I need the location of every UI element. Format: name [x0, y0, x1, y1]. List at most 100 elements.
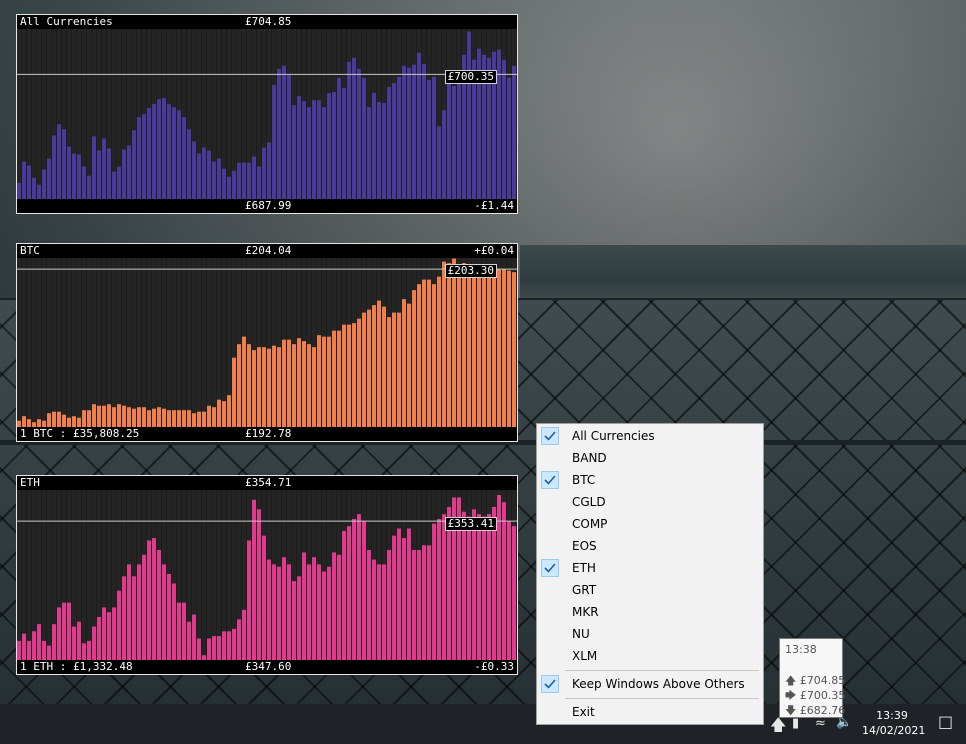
- price-bar: [112, 407, 116, 427]
- chart-window-eth[interactable]: ETH £354.71 £353.41 1 ETH : £1,332.48 £3…: [16, 475, 518, 675]
- menu-item-btc[interactable]: BTC: [538, 469, 762, 491]
- bar-column-bg: [227, 29, 231, 199]
- menu-item-eos[interactable]: EOS: [538, 535, 762, 557]
- price-bar: [357, 318, 361, 427]
- chart-header[interactable]: All Currencies £704.85: [17, 15, 517, 29]
- chart-header[interactable]: BTC £204.04 +£0.04: [17, 244, 517, 258]
- price-bar: [282, 557, 286, 660]
- price-bar: [137, 117, 141, 199]
- price-bar: [247, 162, 251, 199]
- bar-chart-svg: [17, 490, 517, 660]
- price-bar: [62, 414, 66, 427]
- price-bar: [482, 516, 486, 660]
- chart-header[interactable]: ETH £354.71: [17, 476, 517, 490]
- price-bar: [442, 514, 446, 660]
- bar-chart: [17, 490, 517, 660]
- menu-item-all-currencies[interactable]: All Currencies: [538, 425, 762, 447]
- price-bar: [402, 65, 406, 199]
- bar-column-bg: [112, 258, 116, 427]
- menu-item-eth[interactable]: ETH: [538, 557, 762, 579]
- price-bar: [62, 602, 66, 660]
- price-bar: [82, 410, 86, 427]
- bar-column-bg: [117, 258, 121, 427]
- price-bar: [17, 182, 21, 199]
- menu-item-cgld[interactable]: CGLD: [538, 491, 762, 513]
- bar-column-bg: [82, 258, 86, 427]
- price-bar: [337, 554, 341, 660]
- price-bar: [32, 177, 36, 199]
- price-bar: [167, 573, 171, 660]
- menu-item-label: All Currencies: [572, 429, 655, 443]
- clock-date: 14/02/2021: [862, 724, 926, 737]
- menu-item-exit[interactable]: Exit: [538, 701, 762, 723]
- bar-column-bg: [132, 258, 136, 427]
- bar-column-bg: [102, 258, 106, 427]
- notification-icon[interactable]: □: [938, 712, 953, 731]
- bar-column-bg: [157, 258, 161, 427]
- menu-item-nu[interactable]: NU: [538, 623, 762, 645]
- bar-column-bg: [217, 490, 221, 660]
- bar-column-bg: [107, 258, 111, 427]
- menu-item-band[interactable]: BAND: [538, 447, 762, 469]
- price-bar: [407, 67, 411, 199]
- price-bar: [427, 545, 431, 660]
- price-bar: [172, 107, 176, 199]
- bar-column-bg: [212, 490, 216, 660]
- price-bar: [412, 64, 416, 199]
- price-bar: [137, 564, 141, 660]
- price-bar: [107, 148, 111, 199]
- menu-item-xlm[interactable]: XLM: [538, 645, 762, 667]
- taskbar-clock[interactable]: 13:39 14/02/2021: [862, 708, 926, 738]
- price-bar: [67, 146, 71, 199]
- bar-column-bg: [37, 258, 41, 427]
- menu-item-comp[interactable]: COMP: [538, 513, 762, 535]
- price-bar: [122, 405, 126, 427]
- price-bar: [62, 129, 66, 199]
- menu-item-grt[interactable]: GRT: [538, 579, 762, 601]
- chart-footer: £687.99 -£1.44: [17, 199, 517, 213]
- bar-column-bg: [17, 29, 21, 199]
- menu-item-keep-above[interactable]: Keep Windows Above Others: [538, 673, 762, 695]
- clock-time: 13:39: [876, 709, 908, 722]
- menu-item-mkr[interactable]: MKR: [538, 601, 762, 623]
- price-bar: [257, 347, 261, 427]
- price-bar: [72, 416, 76, 427]
- arrow-up-icon[interactable]: 🡅: [770, 714, 786, 741]
- price-bar: [22, 416, 26, 427]
- price-bar: [382, 564, 386, 660]
- price-bar: [282, 65, 286, 199]
- price-bar: [147, 410, 151, 427]
- price-bar: [132, 408, 136, 427]
- price-bar: [42, 640, 46, 660]
- price-bar: [397, 76, 401, 199]
- menu-separator: [565, 698, 759, 699]
- price-bar: [377, 564, 381, 660]
- price-bar: [342, 87, 346, 199]
- price-bar: [97, 150, 101, 199]
- price-bar: [362, 312, 366, 427]
- current-price-callout: £353.41: [444, 517, 497, 531]
- price-bar: [407, 303, 411, 427]
- bar-column-bg: [42, 258, 46, 427]
- price-bar: [272, 564, 276, 660]
- price-bar: [92, 404, 96, 427]
- price-bar: [317, 564, 321, 660]
- bar-column-bg: [207, 490, 211, 660]
- price-bar: [352, 57, 356, 199]
- price-bar: [302, 341, 306, 427]
- price-bar: [422, 63, 426, 199]
- price-bar: [387, 317, 391, 427]
- price-bar: [127, 407, 131, 427]
- tooltip-time: 13:38: [785, 643, 817, 656]
- tray-tooltip: 13:38 🡅 £704.85 🡆 £700.35 🡇 £682.76: [779, 638, 845, 718]
- price-bar: [242, 336, 246, 427]
- chart-change-value: -£1.44: [474, 199, 514, 212]
- chart-window-btc[interactable]: BTC £204.04 +£0.04 £203.30 1 BTC : £35,8…: [16, 243, 518, 442]
- bar-column-bg: [202, 490, 206, 660]
- chart-window-all-currencies[interactable]: All Currencies £704.85 £700.35 £687.99 -…: [16, 14, 518, 214]
- price-bar: [102, 405, 106, 427]
- price-bar: [192, 413, 196, 427]
- price-bar: [262, 535, 266, 660]
- bar-column-bg: [147, 258, 151, 427]
- bar-column-bg: [87, 29, 91, 199]
